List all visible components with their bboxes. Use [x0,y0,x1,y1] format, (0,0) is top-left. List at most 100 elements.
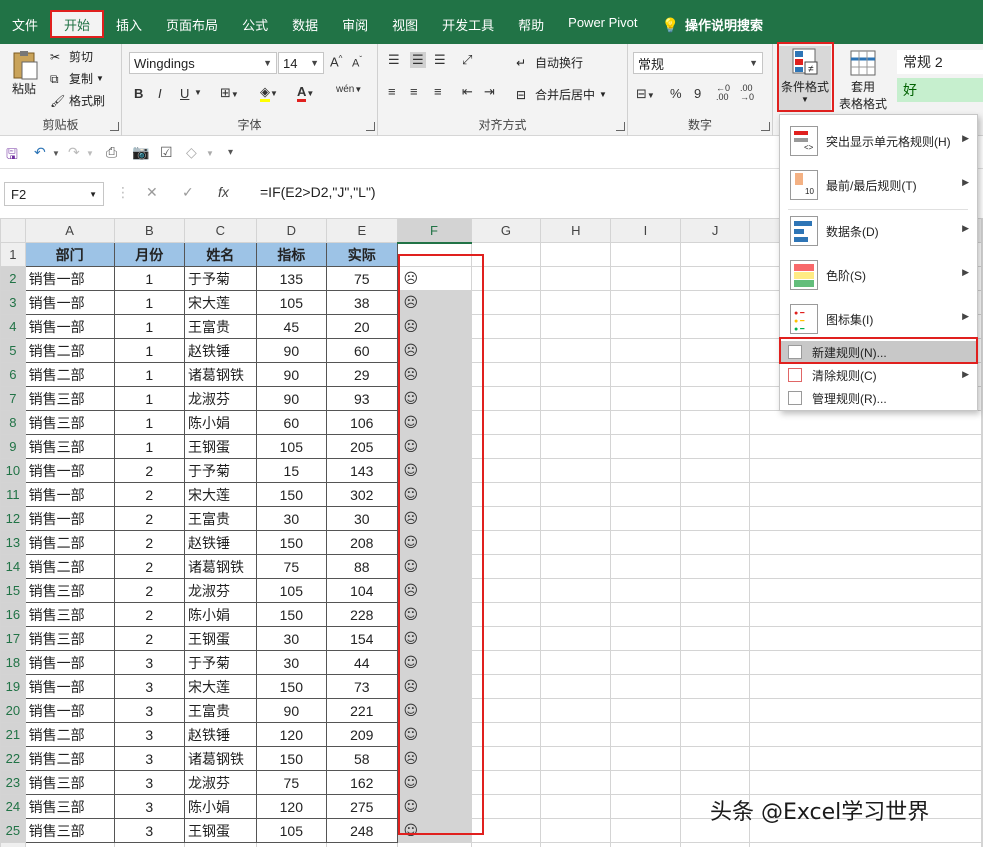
empty-cell[interactable] [610,818,681,843]
empty-cell[interactable] [749,554,982,579]
table-cell[interactable]: 162 [326,770,398,795]
empty-cell[interactable] [749,410,982,435]
table-cell[interactable]: 1 [113,266,186,291]
empty-cell[interactable] [540,626,612,651]
table-cell[interactable]: 赵铁锤 [184,530,257,555]
table-cell[interactable]: 2 [113,530,186,555]
empty-cell[interactable] [981,842,983,847]
row-header[interactable]: 21 [0,722,26,747]
column-header-j[interactable]: J [679,218,751,243]
copy-button[interactable]: ⧉ 复制 ▼ [50,70,104,87]
cancel-icon[interactable]: ✕ [146,184,158,201]
empty-cell[interactable] [470,314,542,339]
empty-cell[interactable] [981,386,983,411]
table-cell[interactable]: 龙淑芬 [184,578,257,603]
table-cell[interactable]: 150 [255,530,328,555]
empty-cell[interactable] [981,698,983,723]
empty-cell[interactable] [749,770,982,795]
empty-cell[interactable] [610,602,681,627]
empty-cell[interactable] [540,554,612,579]
decrease-decimal-icon[interactable]: .00 →0 [740,84,754,102]
smiley-icon[interactable]: ☺ [396,722,472,747]
tab-help[interactable]: 帮助 [506,10,556,38]
table-cell[interactable]: 销售三部 [24,578,115,603]
table-cell[interactable]: 3 [113,746,186,771]
redo-dropdown-icon[interactable]: ▼ [86,149,94,158]
empty-cell[interactable] [679,674,751,699]
menu-icon-sets[interactable]: ● ━ ● ━ ● ━ 图标集(I) ▶ [780,297,977,341]
tab-view[interactable]: 视图 [380,10,430,38]
table-cell[interactable]: 3 [113,674,186,699]
font-name-combo[interactable]: Wingdings ▼ [129,52,277,74]
shrink-font-button[interactable]: Aˇ [352,55,362,70]
table-cell[interactable]: 销售二部 [24,338,115,363]
empty-cell[interactable] [540,650,612,675]
row-header[interactable]: 6 [0,362,26,387]
empty-cell[interactable] [610,650,681,675]
tab-developer[interactable]: 开发工具 [430,10,506,38]
empty-cell[interactable] [610,722,681,747]
empty-cell[interactable] [679,626,751,651]
empty-cell[interactable] [981,794,983,819]
tab-formulas[interactable]: 公式 [230,10,280,38]
alignment-launcher-icon[interactable] [616,122,625,131]
empty-cell[interactable] [470,578,542,603]
align-bottom-icon[interactable]: ☰ [434,52,446,68]
empty-cell[interactable] [981,746,983,771]
empty-cell[interactable] [610,290,681,315]
frown-icon[interactable]: ☹ [396,506,472,531]
tab-power-pivot[interactable]: Power Pivot [556,10,649,38]
smiley-icon[interactable]: ☺ [396,650,472,675]
form-icon[interactable]: ☑ [160,144,173,161]
table-cell[interactable]: 王富贵 [184,314,257,339]
table-cell[interactable]: 销售三部 [24,626,115,651]
table-cell[interactable]: 154 [326,626,398,651]
table-cell[interactable]: 75 [326,266,398,291]
format-painter-button[interactable]: 🖌 格式刷 [50,92,105,109]
smiley-icon[interactable]: ☺ [396,434,472,459]
empty-cell[interactable] [679,746,751,771]
align-top-icon[interactable]: ☰ [388,52,400,68]
table-cell[interactable]: 销售一部 [24,482,115,507]
empty-cell[interactable] [679,458,751,483]
empty-cell[interactable] [540,266,612,291]
tab-review[interactable]: 审阅 [330,10,380,38]
table-cell[interactable]: 3 [113,722,186,747]
row-header[interactable]: 4 [0,314,26,339]
empty-cell[interactable] [470,674,542,699]
empty-cell[interactable] [610,458,681,483]
table-cell[interactable]: 209 [326,722,398,747]
empty-cell[interactable] [981,242,983,267]
empty-cell[interactable] [610,770,681,795]
empty-cell[interactable] [679,362,751,387]
empty-cell[interactable] [470,362,542,387]
table-cell[interactable]: 销售二部 [24,722,115,747]
empty-cell[interactable] [749,722,982,747]
frown-icon[interactable]: ☹ [396,362,472,387]
table-cell[interactable]: 20 [326,314,398,339]
table-cell[interactable]: 90 [255,338,328,363]
clipboard-launcher-icon[interactable] [110,122,119,131]
frown-icon[interactable]: ☹ [396,578,472,603]
print-preview-icon[interactable]: ⎙ [106,144,117,161]
empty-cell[interactable] [749,458,982,483]
row-header[interactable]: 26 [0,842,26,847]
row-header[interactable]: 12 [0,506,26,531]
empty-cell[interactable] [610,362,681,387]
row-header[interactable]: 20 [0,698,26,723]
empty-cell[interactable] [981,650,983,675]
table-cell[interactable]: 销售一部 [24,290,115,315]
empty-cell[interactable] [470,770,542,795]
column-header-i[interactable]: I [610,218,681,243]
empty-cell[interactable] [470,242,542,267]
smiley-icon[interactable]: ☺ [396,698,472,723]
select-all-corner[interactable] [0,218,26,243]
empty-cell[interactable] [610,506,681,531]
table-cell[interactable]: 2 [113,554,186,579]
table-cell[interactable]: 38 [326,290,398,315]
empty-cell[interactable] [540,242,612,267]
row-header[interactable]: 9 [0,434,26,459]
empty-cell[interactable] [470,458,542,483]
table-cell[interactable]: 3 [113,794,186,819]
column-header-a[interactable]: A [24,218,115,243]
